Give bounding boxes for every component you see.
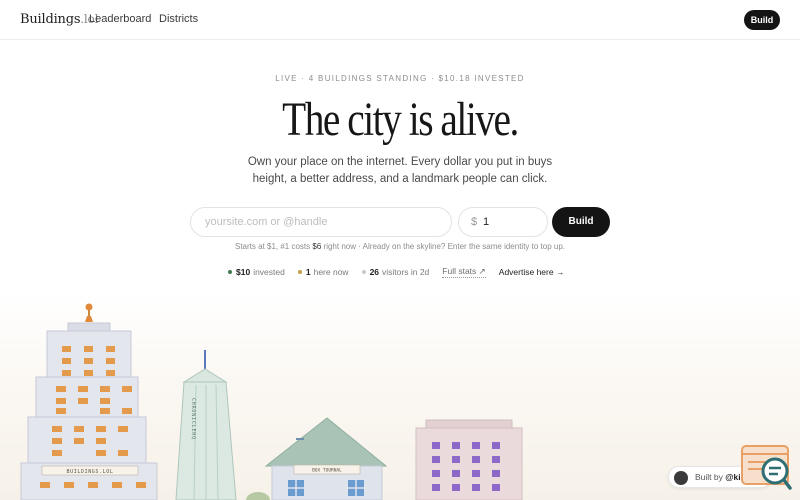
site-handle-input[interactable]: yoursite.com or @handle	[190, 207, 452, 237]
amount-value: 1	[483, 216, 490, 228]
hint-prefix: Starts at $1, #1 costs	[235, 242, 311, 251]
stat-visitors: 26 visitors in 2d	[361, 267, 430, 277]
creator-avatar	[674, 471, 688, 485]
stat-visitors-label: visitors in 2d	[382, 267, 430, 277]
top-nav-bar: Buildings.lol Leaderboard Districts Buil…	[0, 0, 800, 40]
amount-input[interactable]: $ 1	[458, 207, 548, 237]
stat-here-now: 1 here now	[297, 267, 349, 277]
hint-price: $6	[312, 242, 322, 251]
site-logo[interactable]: Buildings.lol	[20, 12, 98, 27]
full-stats-link[interactable]: Full stats ↗	[442, 266, 486, 278]
yellow-dot-icon	[297, 270, 302, 274]
feedback-widget-icon[interactable]	[740, 444, 792, 492]
dollar-sign: $	[471, 216, 478, 228]
tower-sign-text: BUILDINGS.LOL	[67, 469, 114, 475]
nav-districts-link[interactable]: Districts	[159, 13, 198, 25]
hero-subtitle: Own your place on the internet. Every do…	[247, 156, 553, 185]
live-status-kicker: LIVE · 4 BUILDINGS STANDING · $10.18 INV…	[275, 74, 525, 83]
stat-invested-label: invested	[253, 267, 285, 277]
advertise-link[interactable]: Advertise here →	[499, 267, 565, 277]
built-by-prefix: Built by	[695, 472, 723, 482]
stat-visitors-value: 26	[369, 267, 380, 277]
pink-building[interactable]	[415, 419, 523, 500]
hint-suffix: right now · Already on the skyline? Ente…	[323, 242, 565, 251]
gray-dot-icon	[361, 270, 366, 274]
spire-label-text: CHRONICLEHQ	[190, 398, 196, 440]
stat-here-value: 1	[305, 267, 311, 277]
chronicle-spire[interactable]: CHRONICLEHQ	[175, 350, 237, 500]
box-tournal-house[interactable]: BOX TOURNAL	[246, 417, 388, 500]
stats-row: $10 invested 1 here now 26 visitors in 2…	[228, 266, 564, 278]
hero-title: The city is alive.	[282, 93, 519, 146]
header-build-button[interactable]: Build	[744, 10, 780, 30]
stat-invested-value: $10	[236, 267, 251, 277]
stat-invested: $10 invested	[228, 267, 285, 277]
logo-wordmark: Buildings	[20, 12, 81, 27]
pricing-hint: Starts at $1, #1 costs $6 right now · Al…	[0, 242, 800, 251]
build-submit-button[interactable]: Build	[552, 207, 610, 237]
stat-here-label: here now	[313, 267, 349, 277]
house-sign-text: BOX TOURNAL	[312, 468, 342, 474]
nav-leaderboard-link[interactable]: Leaderboard	[89, 13, 151, 25]
buildings-lol-tower[interactable]: BUILDINGS.LOL	[20, 303, 158, 500]
green-dot-icon	[228, 270, 232, 274]
